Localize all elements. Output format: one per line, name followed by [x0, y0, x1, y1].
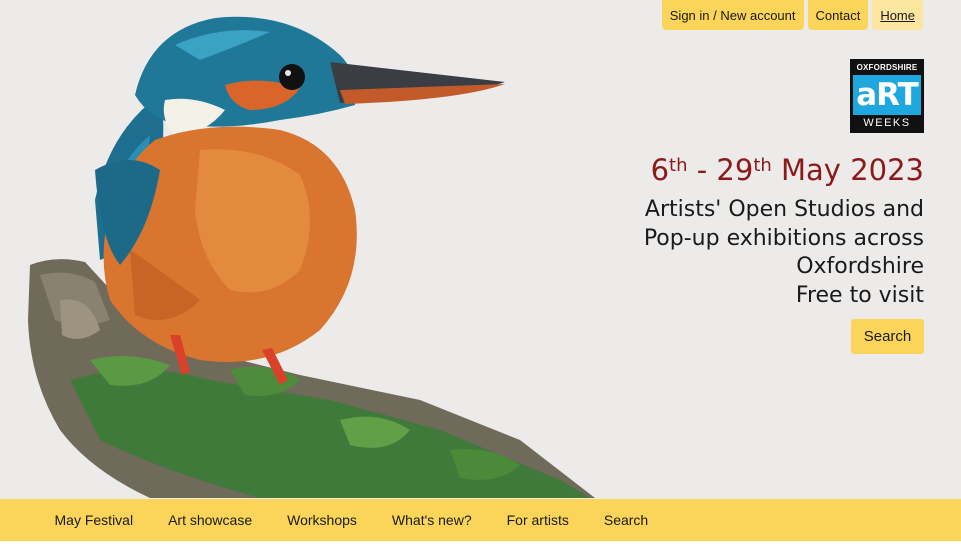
top-navigation: Sign in / New account Contact Home: [661, 0, 923, 30]
home-link[interactable]: Home: [872, 0, 923, 30]
date-separator: -: [687, 153, 717, 187]
start-suffix: th: [669, 155, 688, 176]
start-day: 6: [650, 153, 670, 187]
nav-item-for-artists[interactable]: For artists: [489, 512, 586, 528]
oxfordshire-art-weeks-logo[interactable]: OXFORDSHIRE aRT WEEKS: [850, 59, 924, 133]
nav-item-may-festival[interactable]: May Festival: [37, 512, 151, 528]
logo-oxfordshire-text: OXFORDSHIRE: [856, 63, 918, 72]
hero-search-button[interactable]: Search: [851, 319, 924, 354]
festival-dates: 6th - 29th May 2023: [644, 148, 924, 192]
tagline-line: Artists' Open Studios and: [644, 197, 924, 222]
nav-item-workshops[interactable]: Workshops: [270, 512, 375, 528]
nav-item-search[interactable]: Search: [586, 512, 665, 528]
logo-weeks-text: WEEKS: [863, 117, 911, 129]
contact-button[interactable]: Contact: [807, 0, 869, 30]
end-suffix: th: [753, 155, 772, 176]
main-navigation: May Festival Art showcase Workshops What…: [0, 499, 961, 541]
hero-text: 6th - 29th May 2023 Artists' Open Studio…: [644, 148, 924, 310]
tagline: Artists' Open Studios and Pop-up exhibit…: [644, 196, 924, 310]
page-footer-strip: [0, 541, 961, 550]
date-month-year: May 2023: [771, 153, 924, 187]
nav-item-art-showcase[interactable]: Art showcase: [151, 512, 270, 528]
nav-item-whats-new[interactable]: What's new?: [374, 512, 489, 528]
tagline-line: Free to visit: [795, 282, 924, 308]
tagline-line: Pop-up exhibitions across: [643, 225, 924, 251]
tagline-line: Oxfordshire: [796, 254, 924, 279]
kingfisher-illustration: [28, 16, 595, 498]
end-day: 29: [716, 153, 754, 187]
sign-in-button[interactable]: Sign in / New account: [661, 0, 804, 30]
logo-art-text: aRT: [853, 75, 921, 115]
